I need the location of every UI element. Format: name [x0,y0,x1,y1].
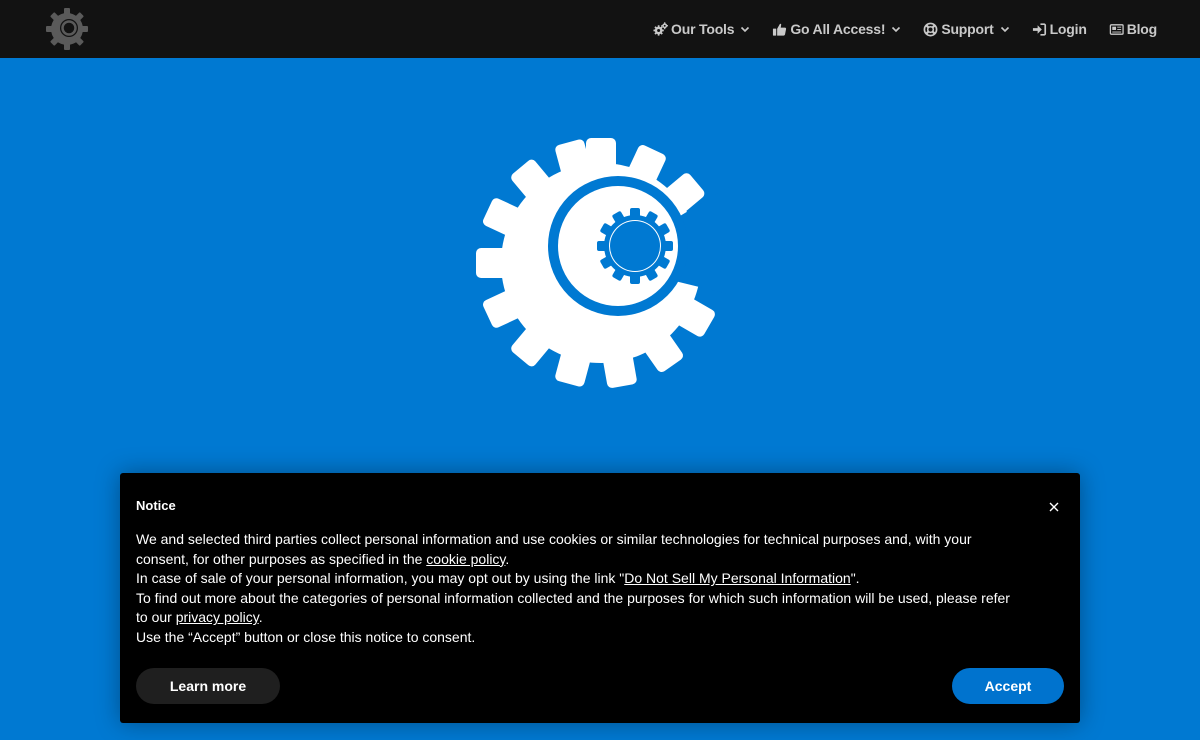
notice-text: In case of sale of your personal informa… [136,570,625,587]
notice-text: ". [850,570,860,587]
cogs-icon [653,21,669,36]
newspaper-icon [1109,23,1124,35]
top-navbar: Our Tools Go All Access! Support Login B… [0,0,1200,58]
nav-go-all-access[interactable]: Go All Access! [772,21,901,37]
accept-button[interactable]: Accept [952,668,1064,704]
nav-login[interactable]: Login [1032,21,1087,37]
do-not-sell-link[interactable]: Do Not Sell My Personal Information [624,570,850,586]
notice-paragraph-consent: We and selected third parties collect pe… [136,530,1016,569]
nav-our-tools[interactable]: Our Tools [653,21,750,37]
notice-paragraph-accept: Use the “Accept” button or close this no… [136,628,476,645]
close-icon [1049,502,1059,512]
nav-support[interactable]: Support [923,21,1009,37]
close-button[interactable] [1044,497,1064,517]
life-ring-icon [923,22,938,36]
nav-go-all-access-label: Go All Access! [790,21,886,37]
nav-our-tools-label: Our Tools [671,21,735,37]
cookie-notice-dialog: Notice We and selected third parties col… [120,473,1080,723]
gear-logo-icon[interactable] [44,6,90,52]
chevron-down-icon [892,26,901,33]
nav-login-label: Login [1049,21,1087,37]
notice-text: We and selected third parties collect pe… [136,531,972,567]
notice-body: We and selected third parties collect pe… [136,530,1016,648]
nav-blog[interactable]: Blog [1109,21,1157,37]
nav-support-label: Support [941,21,994,37]
learn-more-button[interactable]: Learn more [136,668,280,704]
gear-icon [476,138,732,388]
sign-in-icon [1032,22,1046,36]
notice-paragraph-opt-out: In case of sale of your personal informa… [136,569,1016,589]
notice-title: Notice [136,498,176,513]
privacy-policy-link[interactable]: privacy policy [176,609,259,625]
notice-text: To find out more about the categories of… [136,589,1010,626]
chevron-down-icon [1000,26,1009,33]
chevron-down-icon [741,26,750,33]
thumbs-up-icon [773,23,787,36]
cookie-policy-link[interactable]: cookie policy [426,551,505,567]
notice-text: . [505,550,510,567]
nav-blog-label: Blog [1126,21,1158,37]
nav-menu: Our Tools Go All Access! Support Login B… [653,0,1157,58]
notice-text: . [258,609,263,626]
notice-paragraph-privacy: To find out more about the categories of… [136,589,1016,628]
